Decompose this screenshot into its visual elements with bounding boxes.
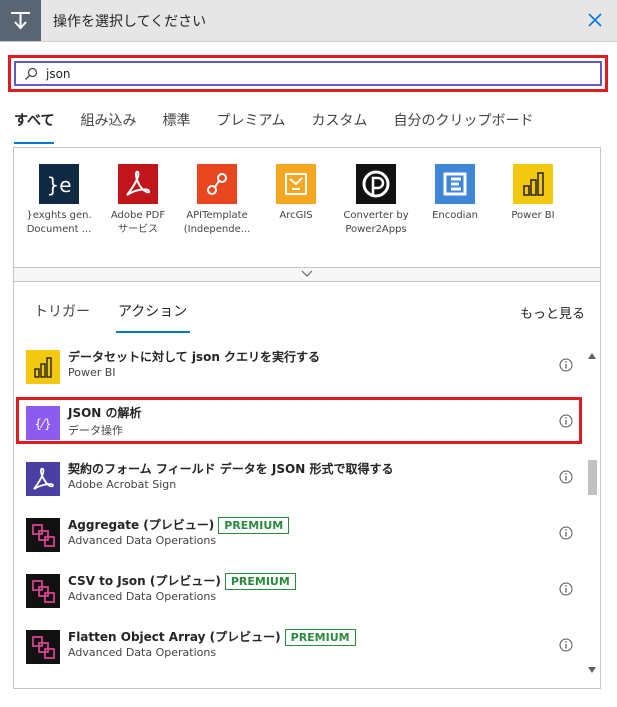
premium-badge: PREMIUM <box>284 629 356 646</box>
category-tabs: すべて 組み込み 標準 プレミアム カスタム 自分のクリップボード <box>14 108 560 144</box>
action-connector-name: データ操作 <box>68 424 123 437</box>
tab-custom[interactable]: カスタム <box>312 108 368 142</box>
action-title: 契約のフォーム フィールド データを JSON 形式で取得する <box>68 462 394 476</box>
premium-badge: PREMIUM <box>218 517 290 534</box>
action-item-csv-to-json[interactable]: CSV to Json (プレビュー) PREMIUM Advanced Data… <box>14 567 588 623</box>
active-tab-indicator <box>116 331 190 333</box>
action-item-power-bi-query[interactable]: データセットに対して json クエリを実行する Power BI <box>14 343 588 399</box>
action-title: CSV to Json (プレビュー) <box>68 574 221 588</box>
info-icon[interactable] <box>559 414 573 428</box>
connector-grid: }e }exghts gen. Document ... Adobe PDF サービ… <box>13 147 601 267</box>
connector-label: APITemplate <box>186 210 248 221</box>
action-title: Flatten Object Array (プレビュー) <box>68 630 281 644</box>
action-item-adobe-sign[interactable]: 契約のフォーム フィールド データを JSON 形式で取得する Adobe Ac… <box>14 455 588 511</box>
results-scrollbar[interactable] <box>585 345 599 680</box>
arcgis-icon <box>276 164 316 204</box>
action-connector-name: Advanced Data Operations <box>68 590 217 603</box>
chevron-down-icon <box>301 270 313 277</box>
action-title: Aggregate (プレビュー) <box>68 518 215 532</box>
connector-label: サービス <box>118 224 158 235</box>
connector-jexghts[interactable]: }e }exghts gen. Document ... <box>21 164 97 237</box>
see-more-link[interactable]: もっと見る <box>520 303 585 322</box>
search-input[interactable] <box>46 65 586 83</box>
advanced-data-operations-icon <box>26 518 60 552</box>
connector-adobe-pdf[interactable]: Adobe PDF サービス <box>100 164 176 237</box>
scrollbar-thumb[interactable] <box>588 460 597 495</box>
connector-label: Encodian <box>432 210 478 221</box>
action-item-flatten-object-array[interactable]: Flatten Object Array (プレビュー) PREMIUM Adva… <box>14 623 588 679</box>
premium-badge: PREMIUM <box>224 573 296 590</box>
svg-text:}e: }e <box>46 173 71 197</box>
search-icon <box>24 66 38 80</box>
action-title: データセットに対して json クエリを実行する <box>68 350 321 364</box>
action-connector-name: Advanced Data Operations <box>68 534 217 547</box>
info-icon[interactable] <box>559 358 573 372</box>
tab-my-clipboard[interactable]: 自分のクリップボード <box>394 108 534 142</box>
dialog-title: 操作を選択してください <box>53 14 207 30</box>
apitemplate-icon <box>197 164 237 204</box>
info-icon[interactable] <box>559 526 573 540</box>
action-connector-name: Advanced Data Operations <box>68 646 217 659</box>
action-item-parse-json[interactable]: {⁄} JSON の解析 データ操作 <box>14 399 588 455</box>
info-icon[interactable] <box>559 470 573 484</box>
action-step-icon <box>0 0 41 41</box>
tab-actions[interactable]: アクション <box>118 301 187 321</box>
svg-text:{⁄}: {⁄} <box>34 417 51 431</box>
adobe-pdf-icon <box>118 164 158 204</box>
connector-arcgis[interactable]: ArcGIS <box>258 164 334 223</box>
connector-converter[interactable]: Converter by Power2Apps <box>338 164 414 237</box>
data-operation-icon: {⁄} <box>26 406 60 440</box>
action-title: JSON の解析 <box>68 406 142 420</box>
action-item-aggregate[interactable]: Aggregate (プレビュー) PREMIUM Advanced Data O… <box>14 511 588 567</box>
encodian-icon <box>435 164 475 204</box>
advanced-data-operations-icon <box>26 574 60 608</box>
info-icon[interactable] <box>559 582 573 596</box>
close-icon[interactable] <box>583 8 607 32</box>
tab-builtin[interactable]: 組み込み <box>80 108 136 142</box>
connector-encodian[interactable]: Encodian <box>417 164 493 223</box>
tab-all[interactable]: すべて <box>14 108 55 144</box>
tab-standard[interactable]: 標準 <box>162 108 190 142</box>
connector-label: }exghts gen. <box>26 210 92 221</box>
connector-label: (Independe... <box>183 224 251 235</box>
search-box[interactable] <box>14 61 602 86</box>
tab-triggers[interactable]: トリガー <box>34 301 90 321</box>
power-bi-icon <box>513 164 553 204</box>
converter-icon <box>356 164 396 204</box>
connector-label: Document ... <box>26 224 92 235</box>
info-icon[interactable] <box>559 638 573 652</box>
expand-connectors-button[interactable] <box>13 267 601 282</box>
action-connector-name: Power BI <box>68 366 116 379</box>
jexghts-icon: }e <box>39 164 79 204</box>
connector-apitemplate[interactable]: APITemplate (Independe... <box>179 164 255 237</box>
connector-power-bi[interactable]: Power BI <box>495 164 571 223</box>
dialog-header: 操作を選択してください <box>0 0 617 42</box>
connector-label: Converter by <box>343 210 409 221</box>
connector-label: ArcGIS <box>279 210 313 221</box>
advanced-data-operations-icon <box>26 630 60 664</box>
adobe-sign-icon <box>26 462 60 496</box>
tab-premium[interactable]: プレミアム <box>216 108 285 142</box>
connector-label: Adobe PDF <box>110 210 166 221</box>
power-bi-icon <box>26 350 60 384</box>
action-connector-name: Adobe Acrobat Sign <box>68 478 177 491</box>
connector-label: Power2Apps <box>345 224 407 235</box>
connector-label: Power BI <box>511 210 555 221</box>
